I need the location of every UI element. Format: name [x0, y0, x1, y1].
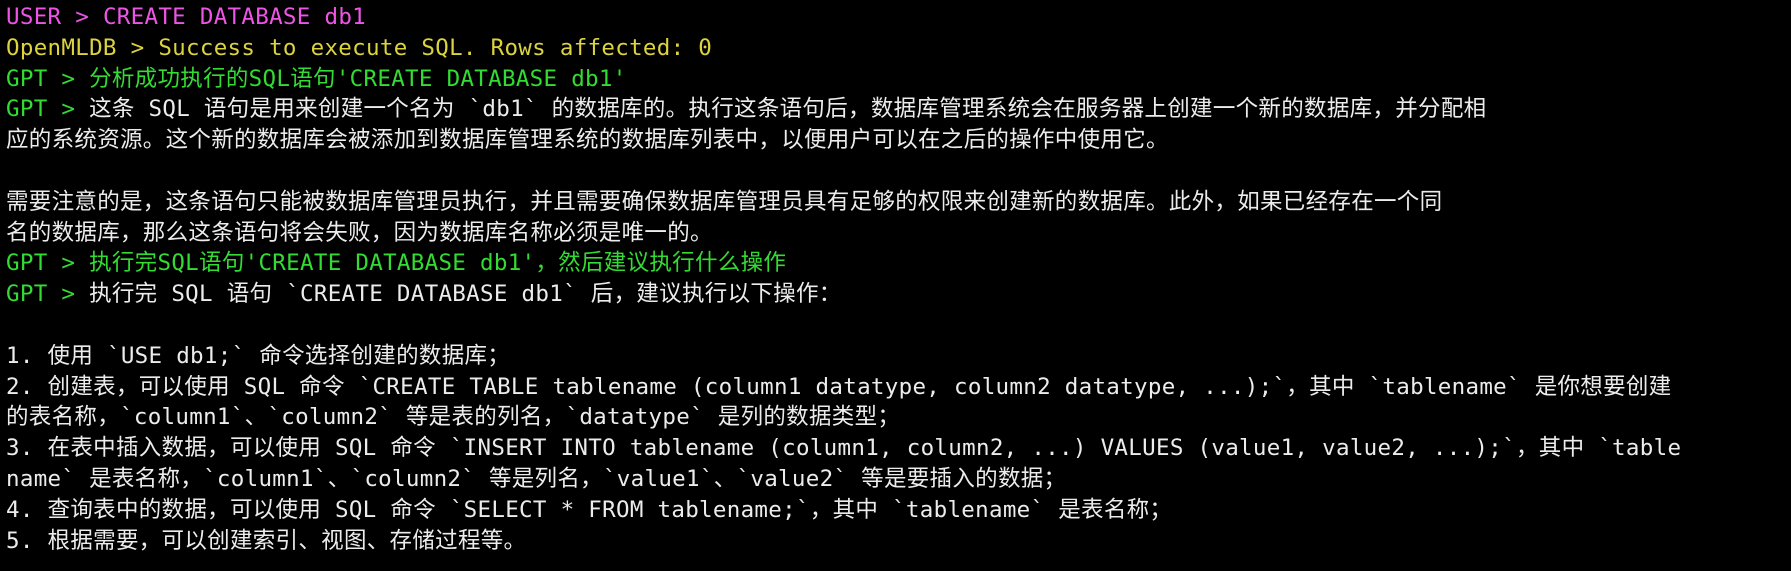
openmldb-response-line: OpenMLDB > Success to execute SQL. Rows … [6, 33, 1785, 64]
gpt-prompt: GPT > [6, 281, 90, 308]
gpt-query-text: 执行完SQL语句'CREATE DATABASE db1'，然后建议执行什么操作 [89, 250, 787, 277]
gpt-answer-text: 执行完 SQL 语句 `CREATE DATABASE db1` 后，建议执行以… [89, 281, 842, 308]
gpt-answer-text: 这条 SQL 语句是用来创建一个名为 `db1` 的数据库的。执行这条语句后，数… [89, 96, 1487, 123]
gpt-prompt: GPT > [6, 250, 90, 277]
list-item: 3. 在表中插入数据，可以使用 SQL 命令 `INSERT INTO tabl… [6, 435, 1682, 462]
output-line: 应的系统资源。这个新的数据库会被添加到数据库管理系统的数据库列表中，以便用户可以… [6, 127, 1169, 154]
list-item: 1. 使用 `USE db1;` 命令选择创建的数据库； [6, 342, 511, 369]
gpt-answer-line-2: GPT > 执行完 SQL 语句 `CREATE DATABASE db1` 后… [6, 279, 1785, 310]
user-command-text: CREATE DATABASE db1 [102, 4, 367, 30]
gpt-query-line-1: GPT > 分析成功执行的SQL语句'CREATE DATABASE db1' [6, 64, 1785, 95]
list-item: 2. 创建表，可以使用 SQL 命令 `CREATE TABLE tablena… [6, 373, 1672, 400]
list-item: 5. 根据需要，可以创建索引、视图、存储过程等。 [6, 527, 527, 554]
output-line: 需要注意的是，这条语句只能被数据库管理员执行，并且需要确保数据库管理员具有足够的… [6, 188, 1443, 215]
terminal-window[interactable]: USER > CREATE DATABASE db1 OpenMLDB > Su… [0, 0, 1791, 571]
list-item-continuation: 的表名称，`column1`、`column2` 等是表的列名，`datatyp… [6, 404, 901, 431]
user-command-line: USER > CREATE DATABASE db1 [6, 2, 1785, 33]
gpt-prompt: GPT > [6, 96, 90, 123]
user-prompt: USER > [6, 4, 103, 30]
gpt-query-text: 分析成功执行的SQL语句'CREATE DATABASE db1' [89, 65, 627, 92]
openmldb-response-text: Success to execute SQL. Rows affected: 0 [158, 34, 713, 61]
list-item: 4. 查询表中的数据，可以使用 SQL 命令 `SELECT * FROM ta… [6, 496, 1173, 523]
openmldb-prompt: OpenMLDB > [6, 34, 159, 61]
gpt-query-line-2: GPT > 执行完SQL语句'CREATE DATABASE db1'，然后建议… [6, 248, 1785, 279]
output-line: 名的数据库，那么这条语句将会失败，因为数据库名称必须是唯一的。 [6, 219, 713, 246]
gpt-prompt: GPT > [6, 65, 90, 92]
list-item-continuation: name` 是表名称，`column1`、`column2` 等是列名，`val… [6, 465, 1067, 492]
gpt-answer-line-1: GPT > 这条 SQL 语句是用来创建一个名为 `db1` 的数据库的。执行这… [6, 94, 1785, 125]
